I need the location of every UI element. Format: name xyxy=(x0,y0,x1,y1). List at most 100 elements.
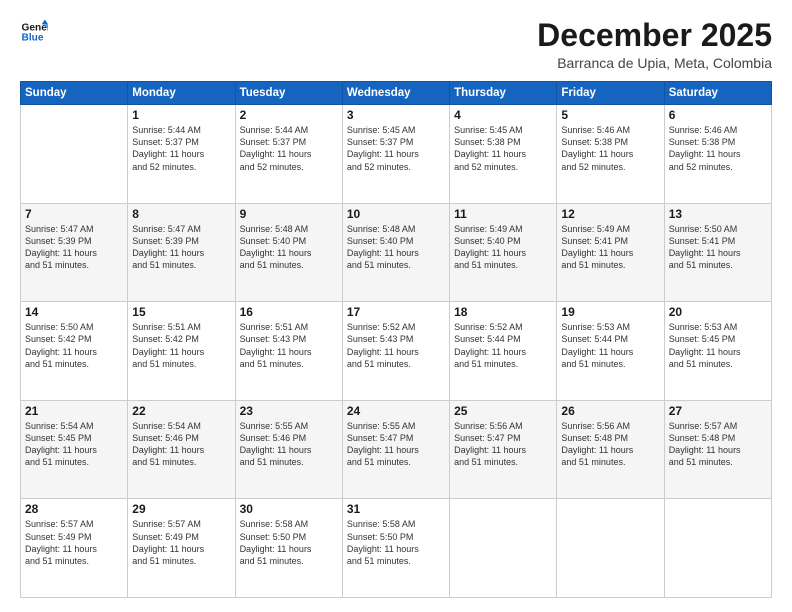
calendar-cell: 31 Sunrise: 5:58 AMSunset: 5:50 PMDayligh… xyxy=(342,499,449,598)
calendar-cell: 30Sunrise: 5:58 AMSunset: 5:50 PMDayligh… xyxy=(235,499,342,598)
calendar-cell: 15Sunrise: 5:51 AMSunset: 5:42 PMDayligh… xyxy=(128,302,235,401)
calendar-cell: 7 Sunrise: 5:47 AMSunset: 5:39 PMDaylight… xyxy=(21,203,128,302)
day-info: Sunrise: 5:46 AMSunset: 5:38 PMDaylight:… xyxy=(669,124,767,173)
day-number: 27 xyxy=(669,404,767,418)
day-info: Sunrise: 5:49 AMSunset: 5:40 PMDaylight:… xyxy=(454,223,552,272)
calendar-cell: 19 Sunrise: 5:53 AMSunset: 5:44 PMDayligh… xyxy=(557,302,664,401)
calendar-cell: 28 Sunrise: 5:57 AMSunset: 5:49 PMDayligh… xyxy=(21,499,128,598)
day-number: 7 xyxy=(25,207,123,221)
day-number: 31 xyxy=(347,502,445,516)
logo-icon: General Blue xyxy=(20,18,48,46)
day-number: 3 xyxy=(347,108,445,122)
day-header-sunday: Sunday xyxy=(21,82,128,105)
header: General Blue December 2025 Barranca de U… xyxy=(20,18,772,71)
day-info: Sunrise: 5:44 AMSunset: 5:37 PMDaylight:… xyxy=(240,124,338,173)
day-number: 19 xyxy=(561,305,659,319)
calendar-cell: 26 Sunrise: 5:56 AMSunset: 5:48 PMDayligh… xyxy=(557,400,664,499)
day-number: 2 xyxy=(240,108,338,122)
day-info: Sunrise: 5:54 AMSunset: 5:45 PMDaylight:… xyxy=(25,420,123,469)
day-number: 6 xyxy=(669,108,767,122)
day-number: 9 xyxy=(240,207,338,221)
day-info: Sunrise: 5:45 AMSunset: 5:38 PMDaylight:… xyxy=(454,124,552,173)
day-info: Sunrise: 5:52 AMSunset: 5:44 PMDaylight:… xyxy=(454,321,552,370)
day-number: 18 xyxy=(454,305,552,319)
day-info: Sunrise: 5:57 AMSunset: 5:48 PMDaylight:… xyxy=(669,420,767,469)
calendar-cell: 23Sunrise: 5:55 AMSunset: 5:46 PMDayligh… xyxy=(235,400,342,499)
day-info: Sunrise: 5:47 AMSunset: 5:39 PMDaylight:… xyxy=(25,223,123,272)
day-number: 17 xyxy=(347,305,445,319)
day-number: 5 xyxy=(561,108,659,122)
day-info: Sunrise: 5:51 AMSunset: 5:43 PMDaylight:… xyxy=(240,321,338,370)
day-info: Sunrise: 5:47 AMSunset: 5:39 PMDaylight:… xyxy=(132,223,230,272)
calendar-cell: 27 Sunrise: 5:57 AMSunset: 5:48 PMDayligh… xyxy=(664,400,771,499)
day-number: 10 xyxy=(347,207,445,221)
day-number: 28 xyxy=(25,502,123,516)
calendar-cell: 4 Sunrise: 5:45 AMSunset: 5:38 PMDaylight… xyxy=(450,105,557,204)
calendar-cell: 20 Sunrise: 5:53 AMSunset: 5:45 PMDayligh… xyxy=(664,302,771,401)
calendar-cell: 12Sunrise: 5:49 AMSunset: 5:41 PMDayligh… xyxy=(557,203,664,302)
day-info: Sunrise: 5:50 AMSunset: 5:42 PMDaylight:… xyxy=(25,321,123,370)
day-number: 12 xyxy=(561,207,659,221)
day-number: 13 xyxy=(669,207,767,221)
calendar-cell xyxy=(664,499,771,598)
calendar-cell: 6 Sunrise: 5:46 AMSunset: 5:38 PMDaylight… xyxy=(664,105,771,204)
calendar-cell: 18 Sunrise: 5:52 AMSunset: 5:44 PMDayligh… xyxy=(450,302,557,401)
day-info: Sunrise: 5:55 AMSunset: 5:46 PMDaylight:… xyxy=(240,420,338,469)
day-info: Sunrise: 5:54 AMSunset: 5:46 PMDaylight:… xyxy=(132,420,230,469)
day-info: Sunrise: 5:45 AMSunset: 5:37 PMDaylight:… xyxy=(347,124,445,173)
day-info: Sunrise: 5:44 AMSunset: 5:37 PMDaylight:… xyxy=(132,124,230,173)
calendar-cell: 21 Sunrise: 5:54 AMSunset: 5:45 PMDayligh… xyxy=(21,400,128,499)
calendar-cell: 29 Sunrise: 5:57 AMSunset: 5:49 PMDayligh… xyxy=(128,499,235,598)
day-info: Sunrise: 5:56 AMSunset: 5:48 PMDaylight:… xyxy=(561,420,659,469)
day-header-tuesday: Tuesday xyxy=(235,82,342,105)
calendar-cell: 24Sunrise: 5:55 AMSunset: 5:47 PMDayligh… xyxy=(342,400,449,499)
calendar-cell: 5Sunrise: 5:46 AMSunset: 5:38 PMDaylight… xyxy=(557,105,664,204)
calendar-cell xyxy=(557,499,664,598)
calendar-cell: 25 Sunrise: 5:56 AMSunset: 5:47 PMDayligh… xyxy=(450,400,557,499)
day-header-thursday: Thursday xyxy=(450,82,557,105)
week-row-3: 14 Sunrise: 5:50 AMSunset: 5:42 PMDayligh… xyxy=(21,302,772,401)
week-row-5: 28 Sunrise: 5:57 AMSunset: 5:49 PMDayligh… xyxy=(21,499,772,598)
day-info: Sunrise: 5:53 AMSunset: 5:45 PMDaylight:… xyxy=(669,321,767,370)
day-info: Sunrise: 5:48 AMSunset: 5:40 PMDaylight:… xyxy=(240,223,338,272)
day-number: 14 xyxy=(25,305,123,319)
day-number: 20 xyxy=(669,305,767,319)
calendar-cell: 11Sunrise: 5:49 AMSunset: 5:40 PMDayligh… xyxy=(450,203,557,302)
day-number: 15 xyxy=(132,305,230,319)
calendar-cell: 10Sunrise: 5:48 AMSunset: 5:40 PMDayligh… xyxy=(342,203,449,302)
day-number: 4 xyxy=(454,108,552,122)
day-number: 26 xyxy=(561,404,659,418)
calendar-cell: 13Sunrise: 5:50 AMSunset: 5:41 PMDayligh… xyxy=(664,203,771,302)
calendar-cell: 8 Sunrise: 5:47 AMSunset: 5:39 PMDaylight… xyxy=(128,203,235,302)
month-title: December 2025 xyxy=(537,18,772,53)
day-info: Sunrise: 5:57 AMSunset: 5:49 PMDaylight:… xyxy=(132,518,230,567)
logo: General Blue xyxy=(20,18,48,46)
calendar-cell: 16Sunrise: 5:51 AMSunset: 5:43 PMDayligh… xyxy=(235,302,342,401)
day-number: 1 xyxy=(132,108,230,122)
title-block: December 2025 Barranca de Upia, Meta, Co… xyxy=(537,18,772,71)
day-number: 21 xyxy=(25,404,123,418)
calendar-cell xyxy=(21,105,128,204)
day-header-wednesday: Wednesday xyxy=(342,82,449,105)
week-row-4: 21 Sunrise: 5:54 AMSunset: 5:45 PMDayligh… xyxy=(21,400,772,499)
calendar-cell xyxy=(450,499,557,598)
calendar-cell: 3 Sunrise: 5:45 AMSunset: 5:37 PMDaylight… xyxy=(342,105,449,204)
week-row-2: 7 Sunrise: 5:47 AMSunset: 5:39 PMDaylight… xyxy=(21,203,772,302)
day-number: 8 xyxy=(132,207,230,221)
day-header-monday: Monday xyxy=(128,82,235,105)
calendar-cell: 1 Sunrise: 5:44 AMSunset: 5:37 PMDaylight… xyxy=(128,105,235,204)
calendar-cell: 9 Sunrise: 5:48 AMSunset: 5:40 PMDaylight… xyxy=(235,203,342,302)
day-info: Sunrise: 5:57 AMSunset: 5:49 PMDaylight:… xyxy=(25,518,123,567)
svg-text:Blue: Blue xyxy=(22,33,44,44)
week-row-1: 1 Sunrise: 5:44 AMSunset: 5:37 PMDaylight… xyxy=(21,105,772,204)
calendar-table: SundayMondayTuesdayWednesdayThursdayFrid… xyxy=(20,81,772,598)
day-number: 29 xyxy=(132,502,230,516)
day-info: Sunrise: 5:58 AMSunset: 5:50 PMDaylight:… xyxy=(347,518,445,567)
day-number: 24 xyxy=(347,404,445,418)
day-info: Sunrise: 5:53 AMSunset: 5:44 PMDaylight:… xyxy=(561,321,659,370)
calendar-cell: 17Sunrise: 5:52 AMSunset: 5:43 PMDayligh… xyxy=(342,302,449,401)
day-number: 25 xyxy=(454,404,552,418)
day-info: Sunrise: 5:56 AMSunset: 5:47 PMDaylight:… xyxy=(454,420,552,469)
page: General Blue December 2025 Barranca de U… xyxy=(0,0,792,612)
day-number: 22 xyxy=(132,404,230,418)
